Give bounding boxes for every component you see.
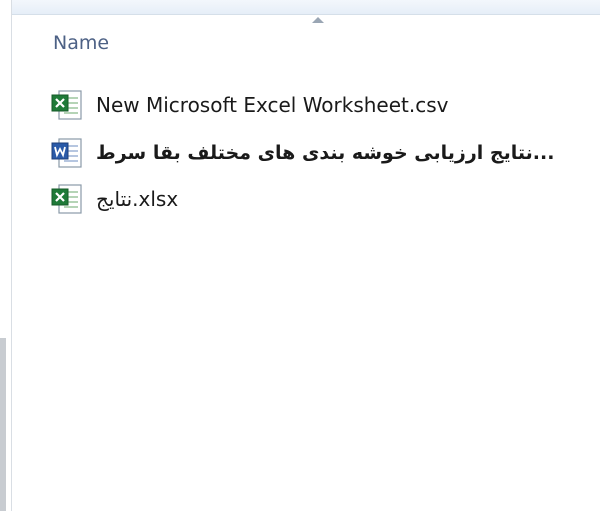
word-file-icon (51, 138, 82, 168)
name-column-header[interactable]: Name (53, 32, 109, 54)
excel-file-icon (51, 184, 82, 214)
file-name[interactable]: New Microsoft Excel Worksheet.csv (96, 93, 449, 117)
excel-file-icon (51, 90, 82, 120)
file-name[interactable]: ...نتایج ارزیابی خوشه بندی های مختلف بقا… (96, 142, 554, 164)
file-item[interactable]: نتایج.xlsx (50, 182, 178, 216)
column-header-bar (0, 0, 600, 15)
navigation-scrollbar-thumb[interactable] (0, 338, 6, 511)
file-item[interactable]: ...نتایج ارزیابی خوشه بندی های مختلف بقا… (50, 136, 554, 170)
sort-ascending-icon[interactable] (312, 17, 324, 23)
file-name[interactable]: نتایج.xlsx (96, 187, 178, 211)
file-explorer-window: Name New Microsoft Excel Worksheet.csv .… (0, 0, 600, 511)
file-item[interactable]: New Microsoft Excel Worksheet.csv (50, 88, 449, 122)
